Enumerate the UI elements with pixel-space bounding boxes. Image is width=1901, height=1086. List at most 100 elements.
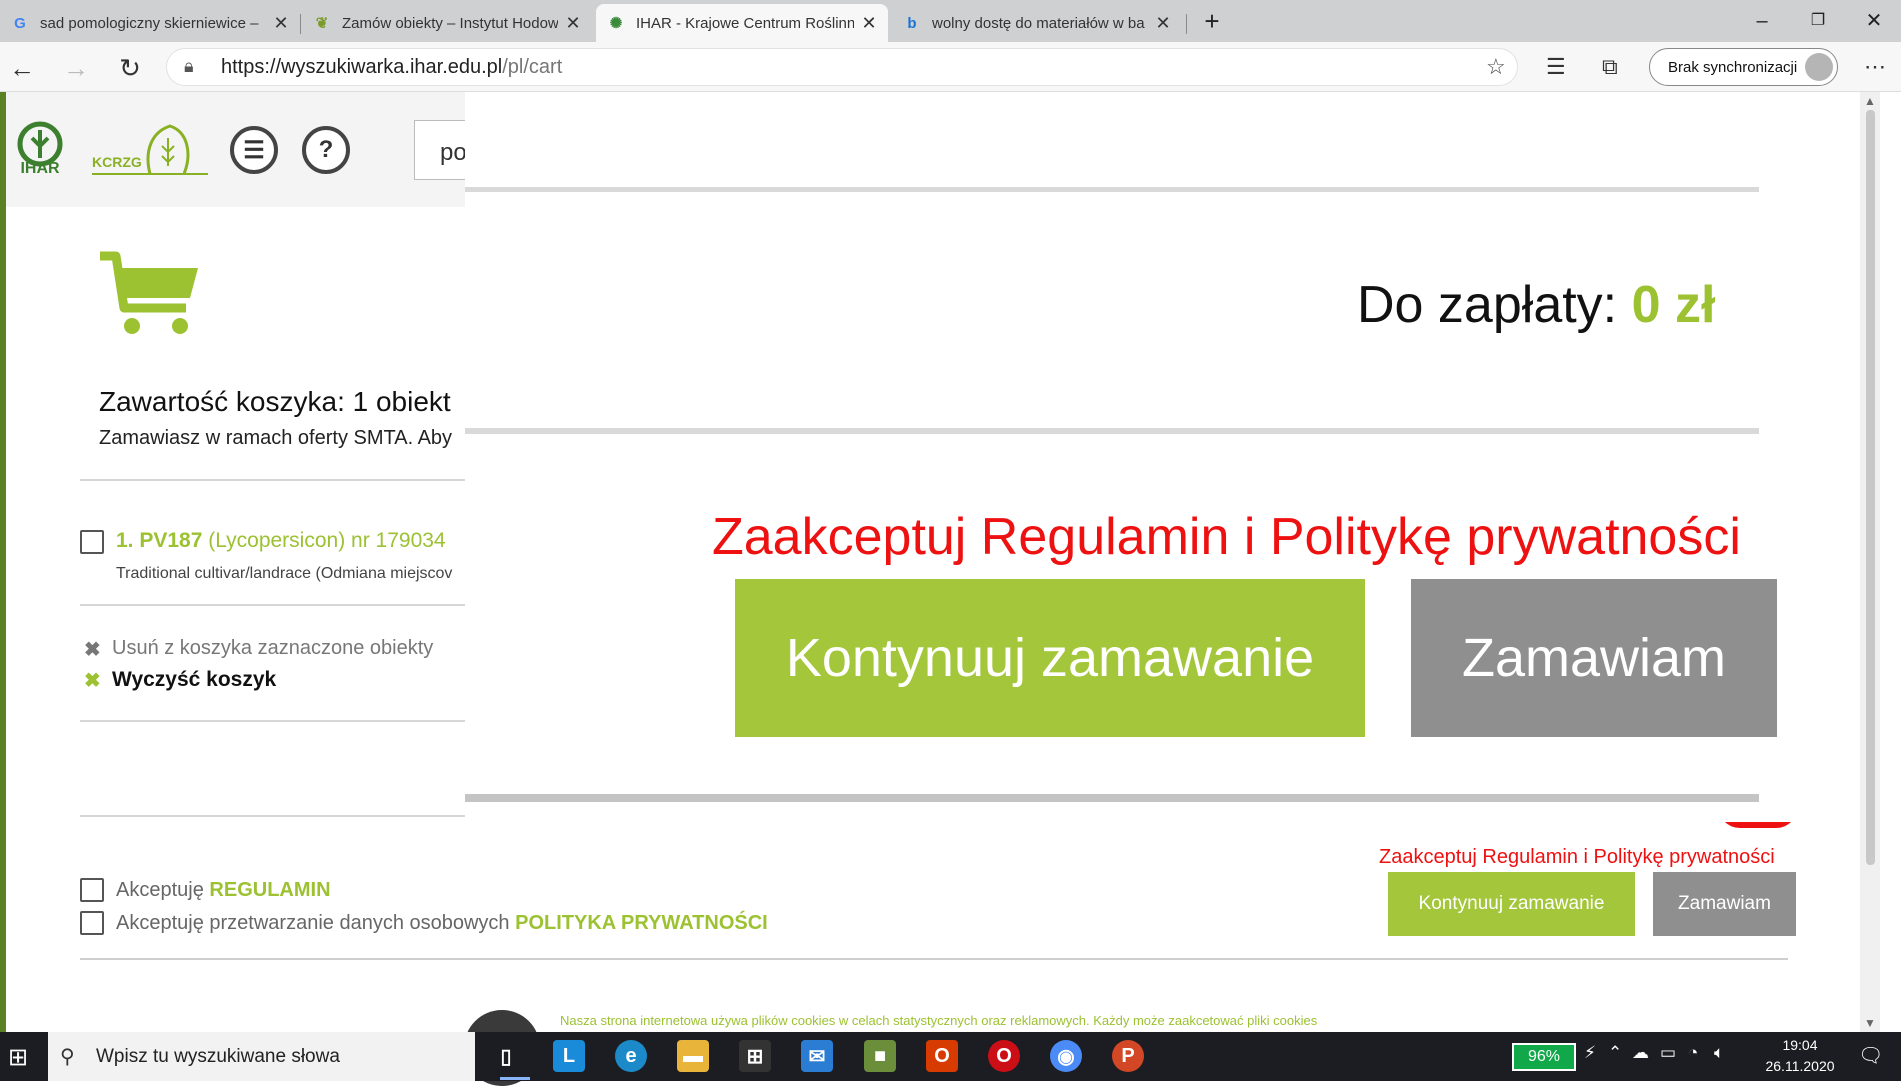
powerpoint-icon[interactable]: P [1112, 1040, 1144, 1072]
favorites-list-icon[interactable]: ☰ [1546, 54, 1566, 80]
minimize-icon[interactable]: – [1742, 6, 1782, 36]
ihar-logo[interactable]: IHAR [10, 120, 70, 178]
divider [80, 958, 1788, 960]
cart-subtitle: Zamawiasz w ramach oferty SMTA. Aby [99, 427, 453, 449]
overlay-divider [465, 428, 1759, 434]
sync-button[interactable]: Brak synchronizacji [1649, 48, 1838, 86]
item-accession[interactable]: 1. PV187 [116, 529, 202, 552]
order-button[interactable]: Zamawiam [1653, 872, 1796, 936]
sync-label: Brak synchronizacji [1668, 58, 1798, 76]
remove-x-icon: ✖ [84, 639, 101, 661]
favorite-star-icon[interactable]: ☆ [1486, 54, 1506, 80]
task-view-icon[interactable]: ▯ [490, 1040, 522, 1072]
tab-2[interactable]: ❦ Zamów obiekty – Instytut Hodow ✕ [302, 4, 592, 42]
tab-title: Zamów obiekty – Instytut Hodow [342, 14, 558, 32]
file-explorer-icon[interactable]: ▬ [677, 1040, 709, 1072]
menu-list-icon[interactable]: ☰ [230, 126, 278, 174]
tab-separator [300, 14, 301, 34]
chrome-icon[interactable]: ◉ [1050, 1040, 1082, 1072]
minecraft-icon[interactable]: ■ [864, 1040, 896, 1072]
accept-privacy-text: Akceptuję przetwarzanie danych osobowych [116, 912, 510, 934]
scroll-down-icon[interactable]: ▼ [1864, 1016, 1876, 1030]
loading-icon: ✺ [609, 15, 623, 32]
page-left-edge [0, 92, 6, 1032]
windows-start-icon[interactable]: ⊞ [8, 1043, 28, 1072]
collections-icon[interactable]: ⧉ [1602, 54, 1618, 80]
accept-terms-checkbox[interactable] [80, 878, 104, 902]
accept-required-message: Zaakceptuj Regulamin i Politykę prywatno… [1379, 846, 1775, 868]
ihar-logo-text: IHAR [20, 160, 60, 177]
cookie-notice-text: Nasza strona internetowa używa plików co… [560, 1013, 1318, 1028]
restore-icon[interactable]: ❐ [1798, 6, 1838, 36]
overlay-order-button[interactable]: Zamawiam [1411, 579, 1777, 737]
tab-3-active[interactable]: ✺ IHAR - Krajowe Centrum Roślinn ✕ [596, 4, 888, 42]
taskbar-clock[interactable]: 19:04 26.11.2020 [1765, 1035, 1835, 1077]
opera-icon[interactable]: O [988, 1040, 1020, 1072]
total-to-pay: Do zapłaty: 0 zł [1357, 275, 1715, 335]
close-tab-icon[interactable]: ✕ [272, 13, 290, 34]
volume-icon[interactable]: 🔈︎ [1714, 1043, 1724, 1063]
tab-1[interactable]: G sad pomologiczny skierniewice – ✕ [0, 4, 300, 42]
divider [80, 815, 470, 817]
item-checkbox[interactable] [80, 530, 104, 554]
show-hidden-icons[interactable]: ⌃ [1608, 1043, 1622, 1063]
divider [80, 720, 470, 722]
kcrzg-logo[interactable]: KCRZG [92, 120, 208, 178]
more-menu-icon[interactable]: ⋯ [1864, 54, 1886, 80]
url-path: /pl/cart [502, 56, 563, 78]
back-icon[interactable]: ← [4, 50, 40, 86]
terms-link[interactable]: REGULAMIN [209, 879, 330, 901]
scrollbar-thumb[interactable] [1866, 110, 1875, 865]
clock-date: 26.11.2020 [1765, 1058, 1835, 1074]
new-tab-icon[interactable]: + [1192, 6, 1232, 36]
taskbar-search-input[interactable]: Wpisz tu wyszukiwane słowa [48, 1032, 475, 1081]
accept-terms-label: Akceptuję REGULAMIN [116, 879, 331, 902]
close-tab-icon[interactable]: ✕ [1154, 13, 1172, 34]
wifi-icon[interactable]: ◔ [1688, 1043, 1698, 1063]
continue-shopping-button[interactable]: Kontynuuj zamawanie [1388, 872, 1635, 936]
reload-icon[interactable]: ↻ [112, 50, 148, 86]
privacy-link[interactable]: POLITYKA PRYWATNOŚCI [515, 912, 768, 934]
close-tab-icon[interactable]: ✕ [860, 13, 878, 34]
notifications-icon[interactable]: 🗨︎ [1858, 1043, 1883, 1068]
battery-icon[interactable]: ▭ [1660, 1043, 1676, 1063]
power-plug-icon[interactable]: ⚡︎ [1584, 1043, 1596, 1063]
tab-separator [1186, 14, 1187, 34]
cart-item-description: Traditional cultivar/landrace (Odmiana m… [116, 565, 453, 582]
url-text[interactable]: https://wyszukiwarka.ihar.edu.pl/pl/cart [221, 56, 562, 79]
clear-x-icon: ✖ [84, 670, 101, 692]
forward-icon[interactable]: → [58, 50, 94, 86]
leaf-icon: ❦ [315, 15, 329, 32]
lock-icon[interactable]: 🔒︎ [184, 56, 194, 77]
kcrzg-logo-text: KCRZG [92, 154, 142, 170]
bing-icon: b [907, 14, 917, 32]
scroll-up-icon[interactable]: ▲ [1864, 94, 1876, 108]
url-host: https://wyszukiwarka.ihar.edu.pl [221, 56, 503, 78]
help-icon[interactable]: ? [302, 126, 350, 174]
tab-4[interactable]: b wolny dostę do materiałów w ba ✕ [892, 4, 1182, 42]
accept-privacy-checkbox[interactable] [80, 911, 104, 935]
store-icon[interactable]: ⊞ [739, 1040, 771, 1072]
onedrive-icon[interactable]: ☁ [1632, 1043, 1649, 1063]
close-tab-icon[interactable]: ✕ [564, 13, 582, 34]
clear-cart-link[interactable]: Wyczyść koszyk [112, 668, 276, 692]
accept-terms-text: Akceptuję [116, 879, 204, 901]
overlay-accept-required-message: Zaakceptuj Regulamin i Politykę prywatno… [712, 508, 1741, 566]
battery-indicator[interactable]: 96% [1512, 1043, 1576, 1071]
remove-selected-link[interactable]: Usuń z koszyka zaznaczone obiekty [112, 637, 433, 660]
edge-icon[interactable]: e [615, 1040, 647, 1072]
l-app-icon[interactable]: L [553, 1040, 585, 1072]
office-icon[interactable]: O [926, 1040, 958, 1072]
overlay-continue-shopping-button[interactable]: Kontynuuj zamawanie [735, 579, 1365, 737]
google-icon: G [14, 14, 26, 32]
tab-title: IHAR - Krajowe Centrum Roślinn [636, 14, 854, 32]
overlay-divider [465, 794, 1759, 802]
search-icon: ⚲ [60, 1046, 75, 1068]
accept-privacy-label: Akceptuję przetwarzanie danych osobowych… [116, 912, 768, 935]
tab-title: sad pomologiczny skierniewice – [40, 14, 259, 32]
mail-icon[interactable]: ✉ [801, 1040, 833, 1072]
total-value: 0 zł [1631, 276, 1716, 334]
item-species[interactable]: (Lycopersicon) nr 179034 [208, 529, 445, 552]
window-close-icon[interactable]: ✕ [1854, 6, 1894, 36]
cart-item-title[interactable]: 1. PV187 (Lycopersicon) nr 179034 [116, 529, 446, 553]
